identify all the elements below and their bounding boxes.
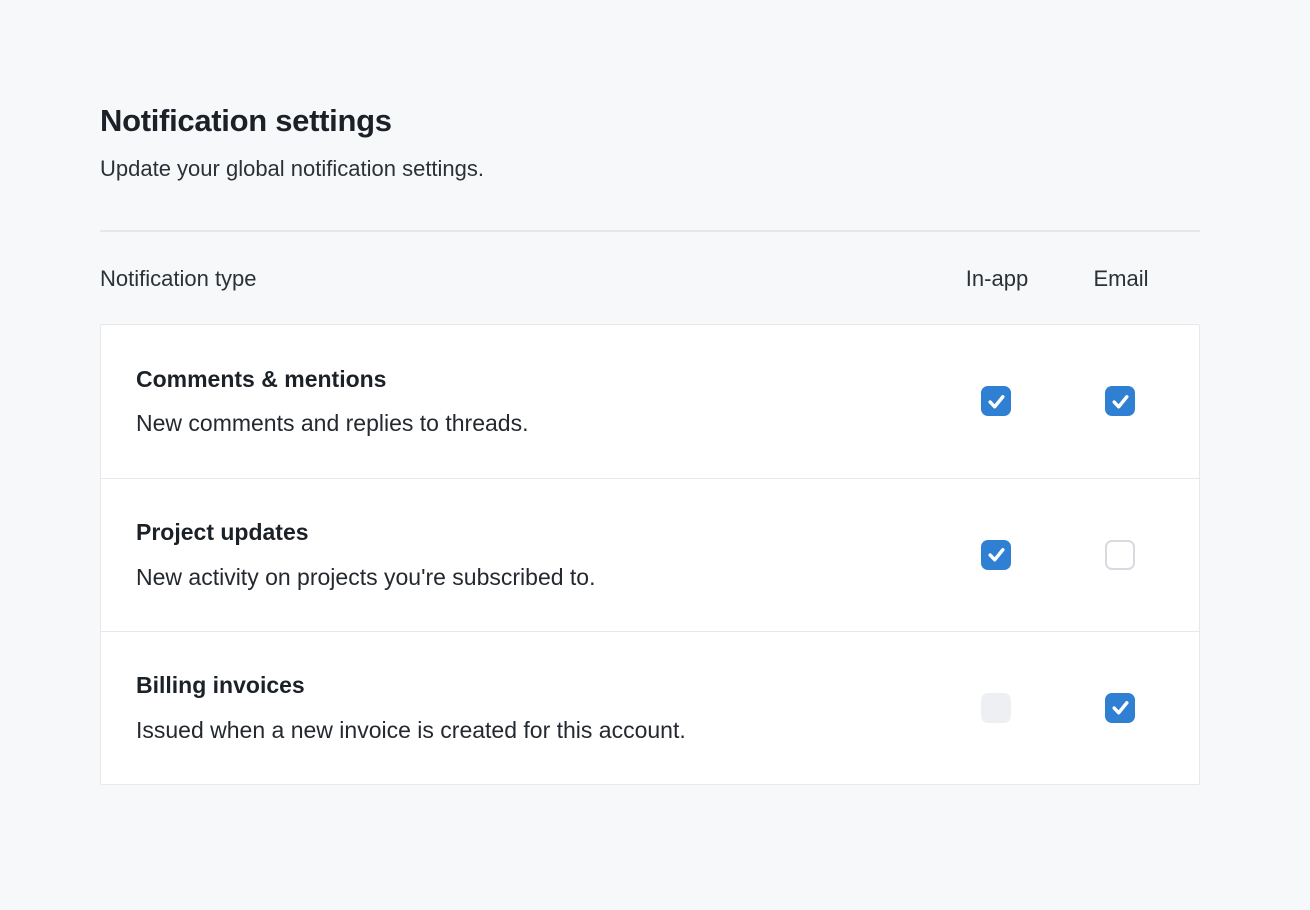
row-title: Project updates (136, 518, 931, 547)
in-app-checkbox-disabled (981, 693, 1011, 723)
row-title: Comments & mentions (136, 365, 931, 394)
row-title: Billing invoices (136, 671, 931, 700)
row-description: New comments and replies to threads. (136, 409, 931, 438)
column-header-in-app: In-app (966, 266, 1028, 292)
row-description: New activity on projects you're subscrib… (136, 563, 931, 592)
email-checkbox[interactable] (1105, 386, 1135, 416)
notification-settings-page: Notification settings Update your global… (100, 0, 1200, 785)
table-row-billing-invoices: Billing invoices Issued when a new invoi… (101, 631, 1199, 784)
row-description: Issued when a new invoice is created for… (136, 716, 931, 745)
email-checkbox[interactable] (1105, 693, 1135, 723)
column-header-notification-type: Notification type (100, 266, 952, 292)
email-checkbox[interactable] (1105, 540, 1135, 570)
column-header-email: Email (1093, 266, 1148, 292)
column-headers-controls: In-app Email (952, 266, 1200, 292)
table-row-comments-mentions: Comments & mentions New comments and rep… (101, 325, 1199, 478)
section-divider (100, 230, 1200, 232)
checkmark-icon (1111, 392, 1130, 411)
page-subtitle: Update your global notification settings… (100, 155, 1200, 184)
checkmark-icon (987, 545, 1006, 564)
in-app-checkbox[interactable] (981, 540, 1011, 570)
notification-settings-card: Comments & mentions New comments and rep… (100, 324, 1200, 785)
table-header: Notification type In-app Email (100, 266, 1200, 292)
table-row-project-updates: Project updates New activity on projects… (101, 478, 1199, 631)
page-title: Notification settings (100, 102, 1200, 139)
checkmark-icon (987, 392, 1006, 411)
checkmark-icon (1111, 698, 1130, 717)
in-app-checkbox[interactable] (981, 386, 1011, 416)
